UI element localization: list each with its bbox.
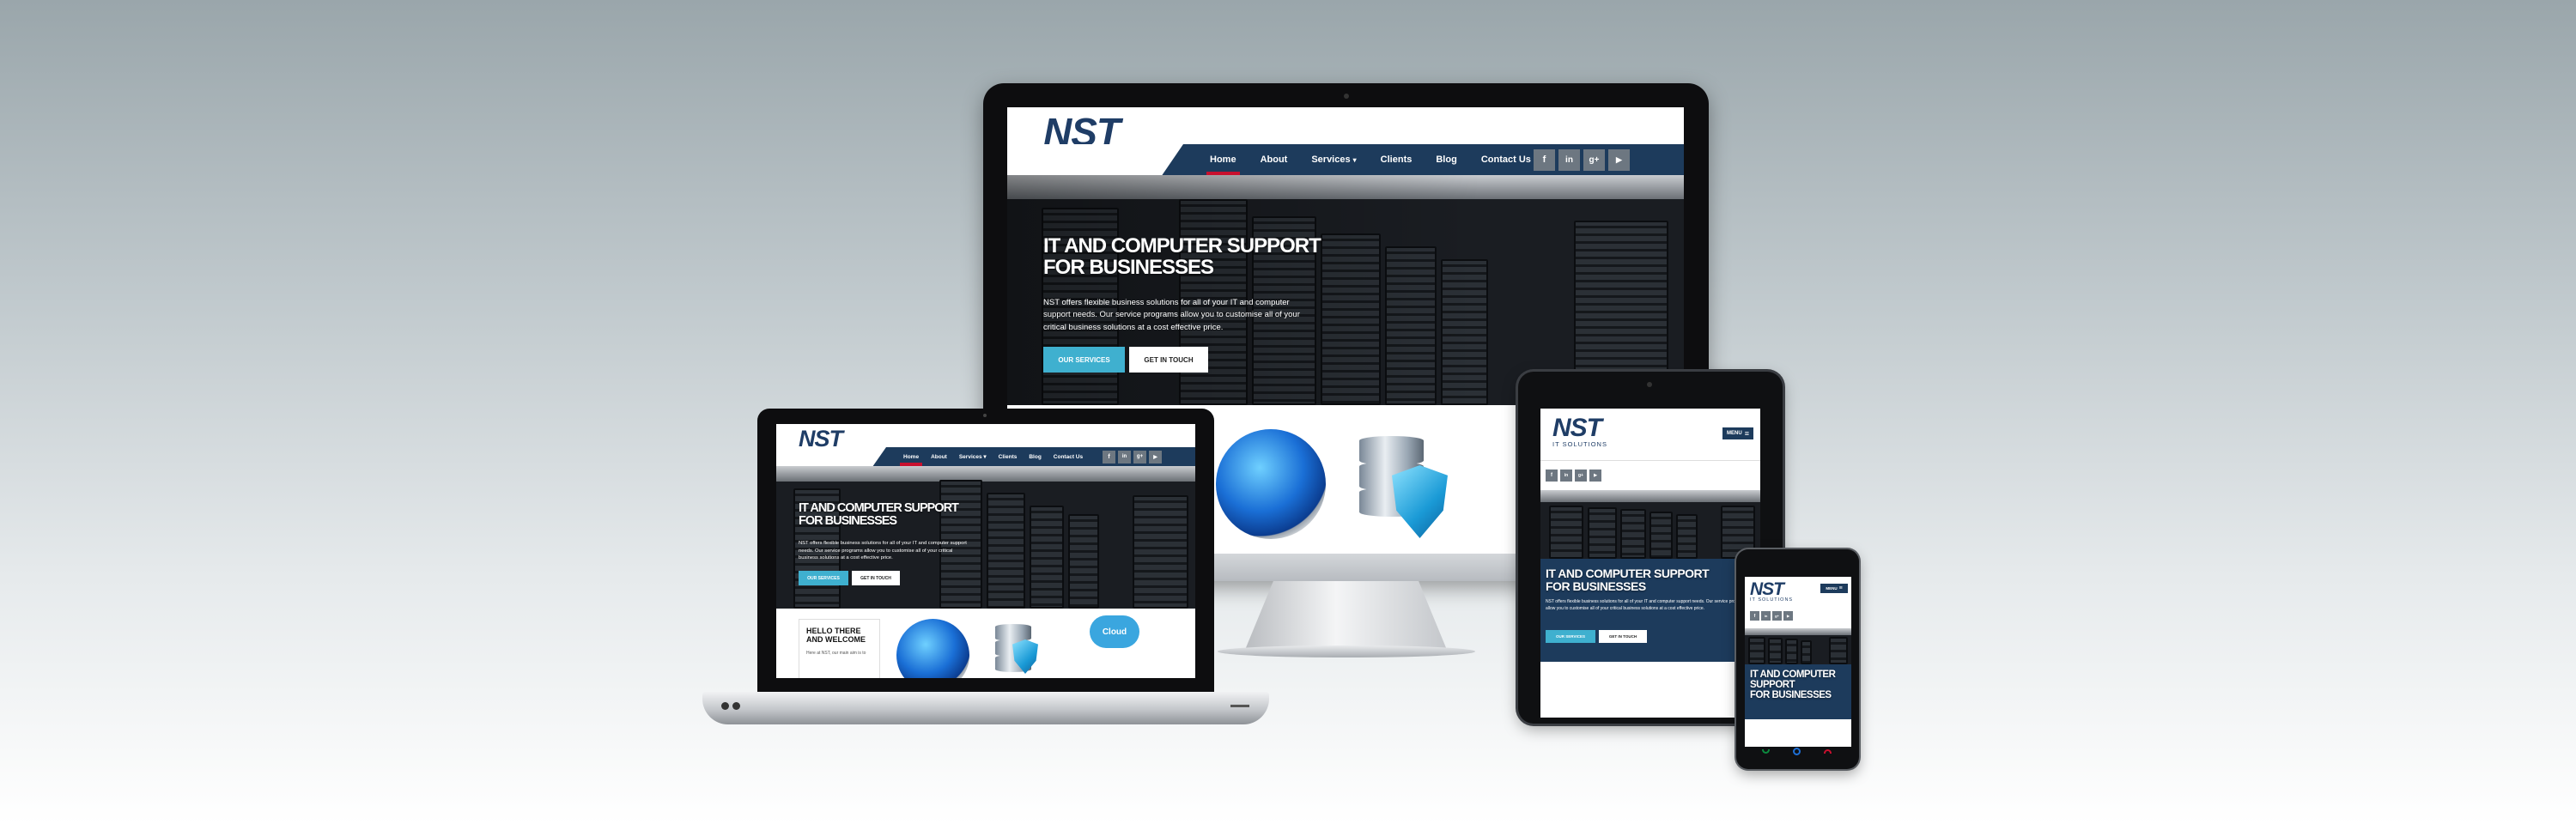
nav-blog[interactable]: Blog [1436,144,1456,175]
hero-title: IT AND COMPUTER SUPPORT FOR BUSINESSES [799,501,959,529]
hero-description: NST offers flexible business solutions f… [1546,599,1747,611]
our-services-button[interactable]: OUR SERVICES [1043,347,1125,373]
menu-label: MENU [1727,431,1742,436]
our-services-button[interactable]: OUR SERVICES [799,571,848,585]
get-in-touch-button[interactable]: GET IN TOUCH [852,571,900,585]
cloud-icon: Cloud [1090,615,1139,648]
helpdesk-graphic [896,619,969,678]
googleplus-icon[interactable]: g+ [1772,611,1782,621]
hero-description: NST offers flexible business solutions f… [1043,298,1300,332]
nav-services[interactable]: Services ▾ [1311,144,1356,175]
welcome-heading-1: HELLO THERE [806,627,861,635]
laptop-base [702,692,1269,724]
nav-clients[interactable]: Clients [1381,144,1413,175]
linkedin-icon[interactable]: in [1118,450,1131,464]
chevron-down-icon: ▾ [983,454,987,460]
hero-title: IT AND COMPUTER SUPPORT FOR BUSINESSES [1043,234,1321,280]
welcome-section: HELLO THERE AND WELCOME Here at NST, our… [776,609,1195,678]
youtube-icon[interactable]: ▶ [1589,470,1601,482]
welcome-text: Here at NST, our main aim is to [806,651,866,656]
home-icon[interactable] [1793,748,1801,755]
nav-home[interactable]: Home [1206,144,1240,175]
menu-button[interactable]: MENU ≡ [1820,584,1848,593]
monitor-stand [1245,581,1447,650]
googleplus-icon[interactable]: g+ [1583,148,1605,171]
hero-title: IT AND COMPUTER SUPPORT FOR BUSINESSES [1750,670,1836,701]
main-nav: Home About Services ▾ Clients Blog Conta… [899,447,1083,466]
nav-home[interactable]: Home [899,447,923,466]
monitor-base [1218,645,1475,657]
nav-about[interactable]: About [1261,144,1288,175]
get-in-touch-button[interactable]: GET IN TOUCH [1129,347,1208,373]
youtube-icon[interactable]: ▶ [1149,450,1162,464]
nav-services[interactable]: Services ▾ [959,447,987,466]
tablet-screen: NST IT SOLUTIONS MENU ≡ f in g+ ▶ IT AND… [1540,409,1760,718]
googleplus-icon[interactable]: g+ [1575,470,1587,482]
helpdesk-graphic [1216,429,1326,539]
facebook-icon[interactable]: f [1103,450,1115,464]
nav-blog[interactable]: Blog [1029,447,1041,466]
hero-content: IT AND COMPUTER SUPPORT FOR BUSINESSES NS… [1540,559,1760,662]
welcome-heading-2: AND WELCOME [806,635,866,644]
our-services-button[interactable]: OUR SERVICES [1546,630,1595,643]
hamburger-icon: ≡ [1838,585,1843,591]
nav-clients[interactable]: Clients [999,447,1018,466]
cloud-label: Cloud [1102,627,1127,637]
linkedin-icon[interactable]: in [1560,470,1572,482]
back-icon[interactable] [1762,749,1770,754]
welcome-box: HELLO THERE AND WELCOME Here at NST, our… [799,619,880,678]
laptop-screen: NST IT SOLUTIONS Home About Services ▾ C… [776,424,1195,678]
social-links: f in g+ ▶ [1103,447,1162,466]
hero-content: IT AND COMPUTER SUPPORT FOR BUSINESSES [1745,664,1851,719]
menu-button[interactable]: MENU ≡ [1722,427,1753,439]
social-links: f in g+ ▶ [1534,144,1630,175]
social-links: f in g+ ▶ [1750,611,1793,621]
get-in-touch-button[interactable]: GET IN TOUCH [1599,630,1647,643]
hero-description: NST offers flexible business solutions f… [799,541,967,561]
recent-icon[interactable] [1824,749,1832,754]
hero-banner: IT AND COMPUTER SUPPORT FOR BUSINESSES NS… [776,466,1195,609]
hamburger-icon: ≡ [1744,429,1749,438]
hero-title: IT AND COMPUTER SUPPORT FOR BUSINESSES [1546,566,1710,593]
nav-contact[interactable]: Contact Us [1481,144,1531,175]
hero-banner [1745,628,1851,664]
phone-screen: NST IT SOLUTIONS MENU ≡ f in g+ ▶ IT AND… [1745,577,1851,747]
camera-dot [1344,94,1349,99]
linkedin-icon[interactable]: in [1558,148,1580,171]
youtube-icon[interactable]: ▶ [1783,611,1793,621]
social-links: f in g+ ▶ [1546,470,1601,482]
main-nav-bar: Home About Services ▾ Clients Blog Conta… [1007,144,1684,175]
facebook-icon[interactable]: f [1750,611,1759,621]
hero-banner: IT AND COMPUTER SUPPORT FOR BUSINESSES NS… [1007,175,1684,405]
nav-contact[interactable]: Contact Us [1054,447,1083,466]
site-logo[interactable]: NST IT SOLUTIONS [1552,415,1607,448]
facebook-icon[interactable]: f [1534,148,1555,171]
nav-about[interactable]: About [931,447,947,466]
youtube-icon[interactable]: ▶ [1608,148,1630,171]
chevron-down-icon: ▾ [1352,155,1357,164]
facebook-icon[interactable]: f [1546,470,1558,482]
googleplus-icon[interactable]: g+ [1133,450,1146,464]
hero-banner [1540,490,1760,559]
site-logo[interactable]: NST IT SOLUTIONS [1750,580,1793,603]
main-nav: Home About Services ▾ Clients Blog Conta… [1206,144,1531,175]
menu-label: MENU [1826,586,1838,591]
linkedin-icon[interactable]: in [1761,611,1771,621]
main-nav-bar: Home About Services ▾ Clients Blog Conta… [776,447,1195,466]
